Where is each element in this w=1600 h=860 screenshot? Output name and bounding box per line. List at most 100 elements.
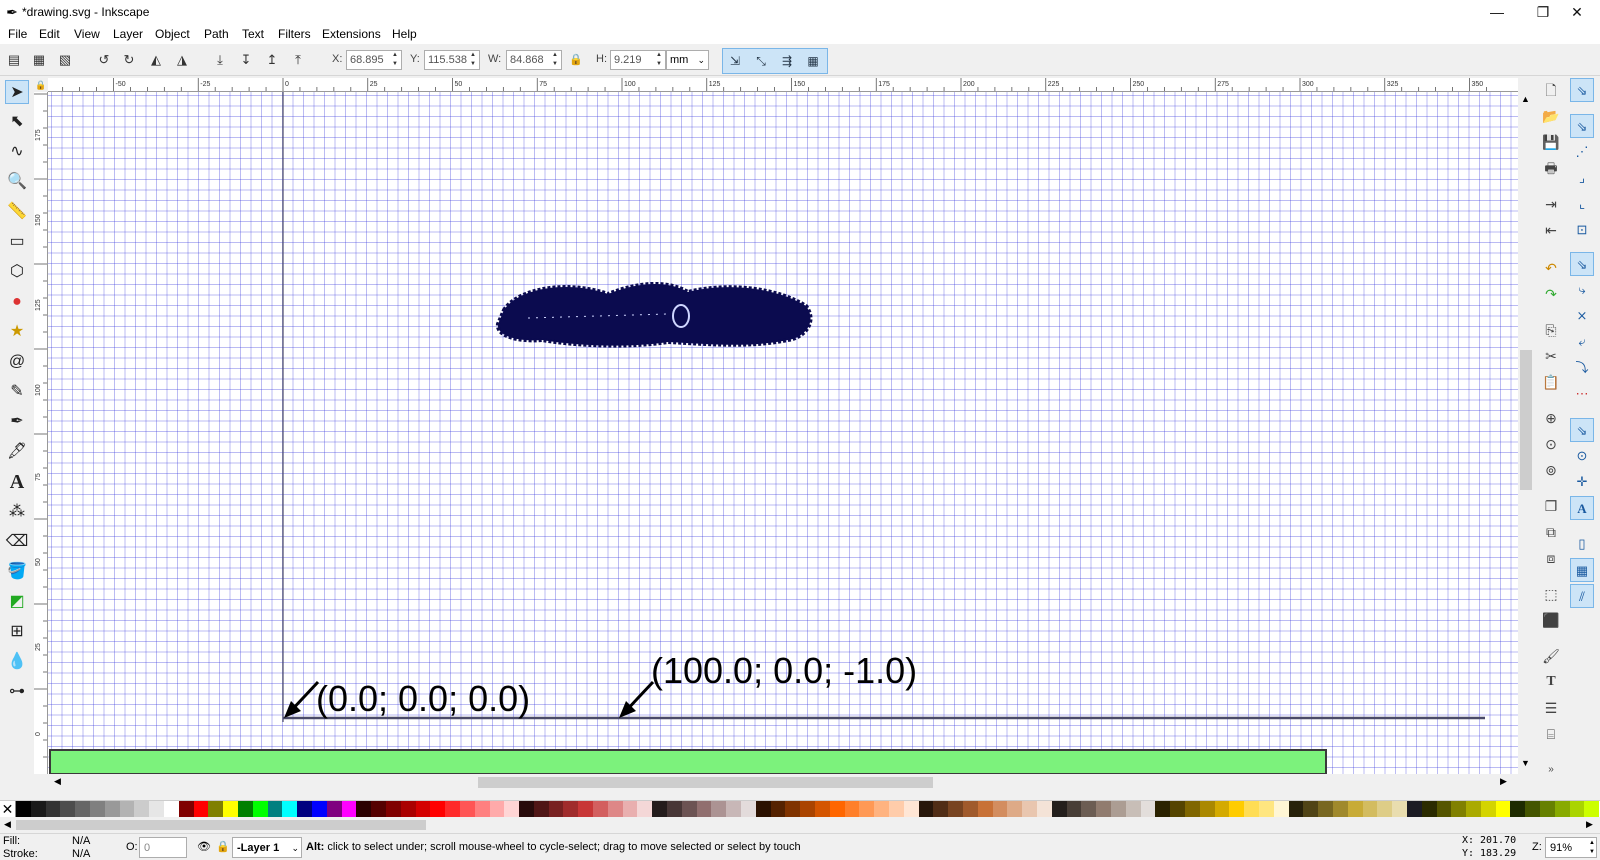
text-font-icon[interactable]: T [1541, 672, 1561, 692]
select-all-icon[interactable]: ▤ [4, 50, 24, 70]
redo-icon[interactable]: ↷ [1541, 284, 1561, 304]
palette-swatch[interactable] [874, 801, 890, 817]
undo-icon[interactable]: ↶ [1541, 258, 1561, 278]
snap-grid-icon[interactable]: ▦ [1570, 558, 1594, 582]
ellipse-tool-icon[interactable]: ● [5, 290, 29, 314]
snap-bbox-corner-icon[interactable]: ⌟ [1570, 166, 1594, 190]
snap-smooth-icon[interactable]: ⤵ [1570, 356, 1594, 380]
rotate-cw-icon[interactable]: ↻ [119, 50, 139, 70]
palette-swatch[interactable] [504, 801, 520, 817]
flip-vertical-icon[interactable]: ◮ [172, 50, 192, 70]
unit-select[interactable]: mm ⌄ [666, 50, 709, 70]
lock-icon[interactable]: 🔒 [566, 50, 586, 70]
palette-swatch[interactable] [681, 801, 697, 817]
open-icon[interactable]: 📂 [1541, 106, 1561, 126]
snap-object-center-icon[interactable]: ⊙ [1570, 444, 1594, 468]
w-spin-arrows-icon[interactable]: ▲ ▼ [552, 51, 560, 69]
ruler-corner-lock-icon[interactable]: 🔒 [34, 78, 48, 92]
selector-tool-icon[interactable]: ➤ [5, 80, 29, 104]
flip-horizontal-icon[interactable]: ◭ [146, 50, 166, 70]
palette-swatch[interactable] [252, 801, 268, 817]
snap-page-border-icon[interactable]: ▯ [1570, 532, 1594, 556]
palette-swatch[interactable] [1036, 801, 1052, 817]
w-field[interactable]: 84.868 ▲ ▼ [506, 50, 562, 70]
palette-swatch[interactable] [800, 801, 816, 817]
palette-swatch[interactable] [104, 801, 120, 817]
palette-swatch[interactable] [1554, 801, 1570, 817]
3d-box-tool-icon[interactable]: ⬡ [5, 260, 29, 284]
palette-swatch[interactable] [563, 801, 579, 817]
palette-swatch[interactable] [134, 801, 150, 817]
node-tool-icon[interactable]: ⬉ [5, 110, 29, 134]
horizontal-ruler[interactable]: -50 -25 0 25 50 75 100 125 150 175 200 225 250 275 300… [48, 78, 1518, 92]
rectangle-tool-icon[interactable]: ▭ [5, 230, 29, 254]
palette-swatch[interactable] [60, 801, 76, 817]
palette-swatch[interactable] [16, 801, 31, 817]
snap-nodes-icon[interactable]: ⇘ [1570, 252, 1594, 276]
h-spin-arrows-icon[interactable]: ▲ ▼ [656, 51, 664, 69]
zoom-page-icon[interactable]: ⊚ [1541, 460, 1561, 480]
menu-layer[interactable]: Layer [113, 27, 143, 41]
h-field[interactable]: 9.219 ▲ ▼ [610, 50, 666, 70]
horizontal-scrollbar[interactable]: ◀ ▶ [48, 774, 1518, 790]
palette-scroll-left-icon[interactable]: ◀ [4, 819, 11, 830]
menu-view[interactable]: View [74, 27, 100, 41]
palette-swatch[interactable] [992, 801, 1008, 817]
palette-swatch[interactable] [918, 801, 934, 817]
layer-select[interactable]: -Layer 1 ⌄ [232, 837, 302, 858]
raise-to-top-icon[interactable]: ⤒ [288, 50, 308, 70]
palette-swatch[interactable] [1377, 801, 1393, 817]
spiral-tool-icon[interactable]: @ [5, 350, 29, 374]
snap-others-icon[interactable]: ⇘ [1570, 418, 1594, 442]
dropper-tool-icon[interactable]: 💧 [5, 650, 29, 674]
scroll-left-icon[interactable]: ◀ [54, 776, 61, 787]
y-field[interactable]: 115.538 ▲ ▼ [424, 50, 480, 70]
palette-swatch[interactable] [652, 801, 668, 817]
palette-swatch[interactable] [193, 801, 209, 817]
palette-swatch[interactable] [1051, 801, 1067, 817]
palette-swatch[interactable] [977, 801, 993, 817]
palette-swatch[interactable] [1436, 801, 1452, 817]
palette-swatch[interactable] [237, 801, 253, 817]
palette-swatch[interactable] [1096, 801, 1111, 817]
palette-swatch[interactable] [755, 801, 771, 817]
palette-swatch[interactable] [1110, 801, 1126, 817]
eraser-tool-icon[interactable]: ⌫ [5, 530, 29, 554]
palette-swatch[interactable] [489, 801, 505, 817]
palette-swatch[interactable] [844, 801, 860, 817]
scale-stroke-icon[interactable]: ⇲ [725, 52, 745, 70]
palette-swatch[interactable] [297, 801, 312, 817]
snap-guide-icon[interactable]: ⫽ [1570, 584, 1594, 608]
zoom-drawing-icon[interactable]: ⊙ [1541, 434, 1561, 454]
y-spin-arrows-icon[interactable]: ▲ ▼ [470, 51, 478, 69]
palette-swatch[interactable] [1569, 801, 1585, 817]
spray-tool-icon[interactable]: ⁂ [5, 500, 29, 524]
palette-swatch[interactable] [400, 801, 416, 817]
save-icon[interactable]: 💾 [1541, 132, 1561, 152]
tweak-tool-icon[interactable]: ∿ [5, 140, 29, 164]
snap-paths-icon[interactable]: ⤷ [1570, 278, 1594, 302]
group-icon[interactable]: ⬚ [1541, 584, 1561, 604]
palette-swatch[interactable] [1392, 801, 1407, 817]
palette-swatch[interactable] [1318, 801, 1333, 817]
layer-visibility-icon[interactable]: 👁 [197, 840, 211, 853]
palette-swatch[interactable] [1170, 801, 1185, 817]
text-tool-icon[interactable]: A [5, 470, 29, 494]
snap-cusp-icon[interactable]: ⤶ [1570, 330, 1594, 354]
menu-filters[interactable]: Filters [278, 27, 311, 41]
palette-swatch[interactable] [741, 801, 756, 817]
palette-swatch[interactable] [578, 801, 594, 817]
snap-bbox-center-icon[interactable]: ⊡ [1570, 218, 1594, 242]
palette-swatch[interactable] [1303, 801, 1319, 817]
snap-bbox-edge-icon[interactable]: ⋰ [1570, 140, 1594, 164]
snap-text-baseline-icon[interactable]: A [1570, 496, 1594, 520]
palette-swatch[interactable] [356, 801, 372, 817]
palette-swatch[interactable] [267, 801, 283, 817]
palette-swatch[interactable] [415, 801, 431, 817]
clone-icon[interactable]: ⧉ [1541, 522, 1561, 542]
raise-icon[interactable]: ↥ [262, 50, 282, 70]
palette-swatch[interactable] [1421, 801, 1437, 817]
palette-swatch[interactable] [1480, 801, 1496, 817]
palette-swatch[interactable] [1184, 801, 1200, 817]
palette-swatch[interactable] [519, 801, 534, 817]
